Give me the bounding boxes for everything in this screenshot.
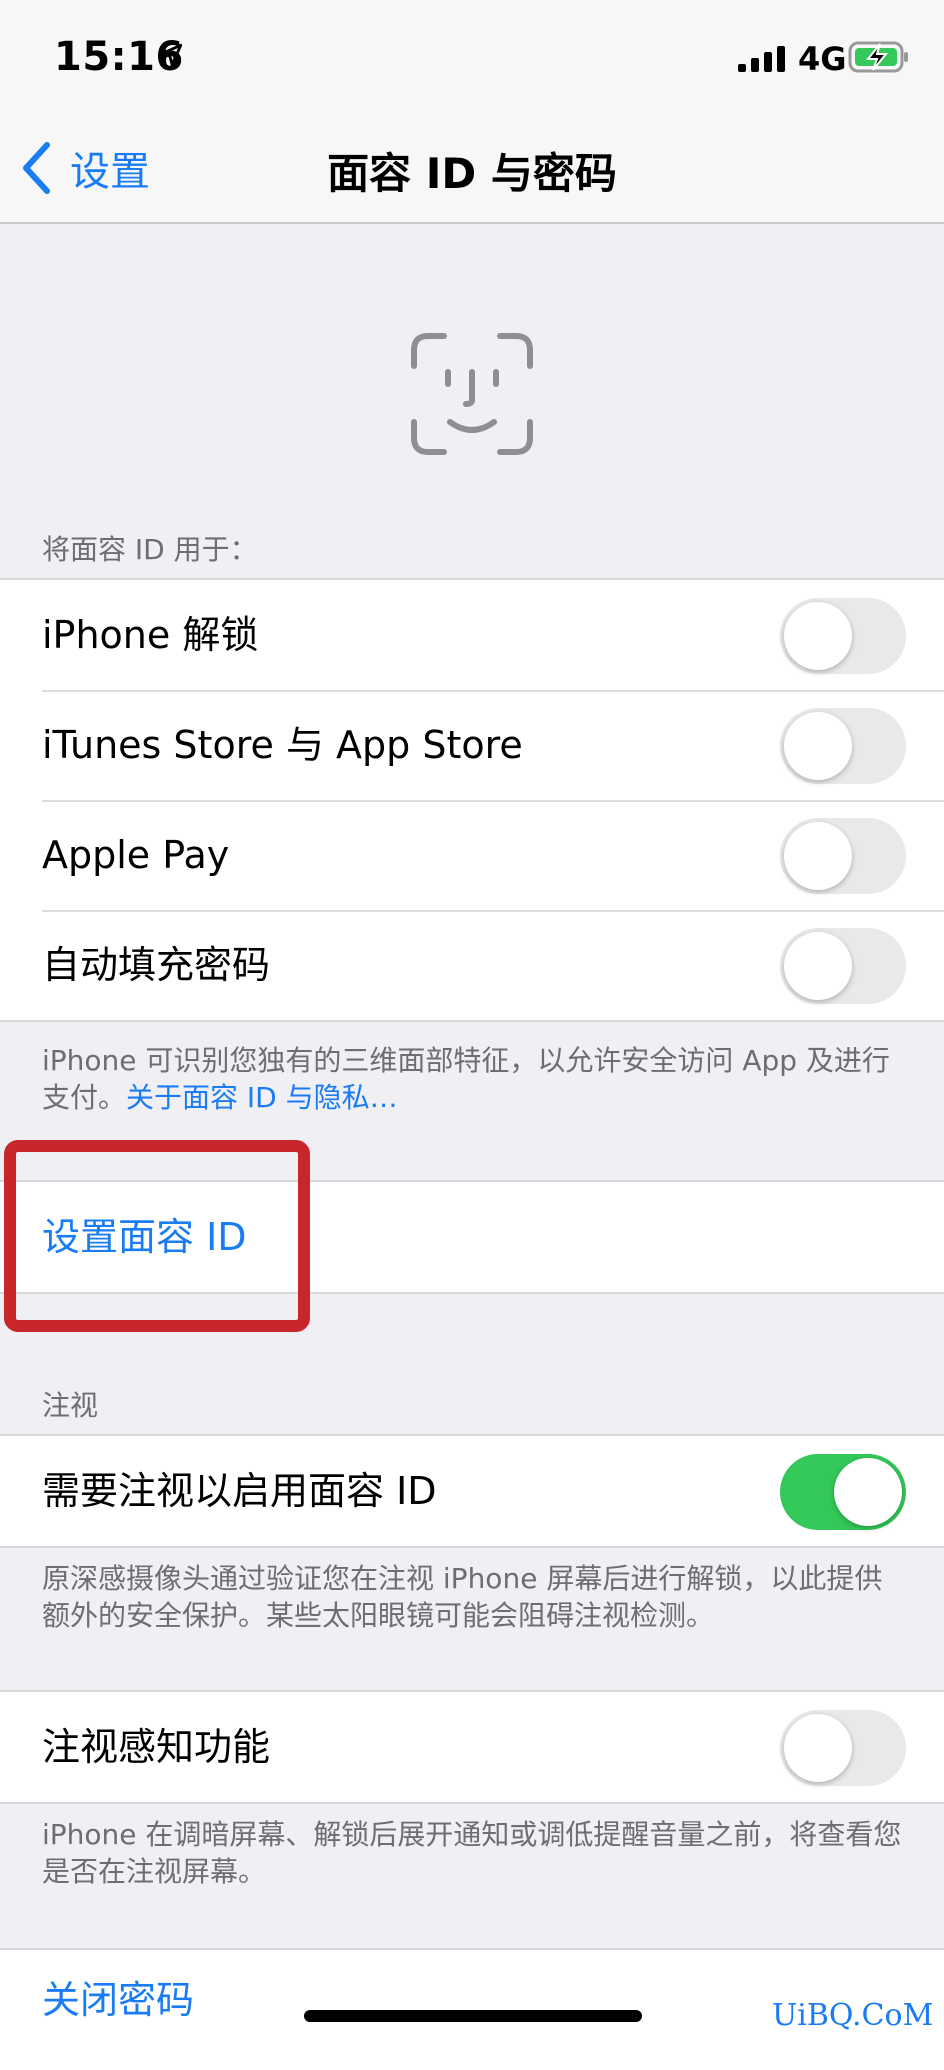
- cellular-signal-icon: [738, 46, 785, 72]
- row-label: 注视感知功能: [42, 1725, 271, 1769]
- require-attention-toggle[interactable]: [780, 1454, 906, 1530]
- red-annotation-box: [4, 1140, 310, 1332]
- attention-footer: 原深感摄像头通过验证您在注视 iPhone 屏幕后进行解锁，以此提供额外的安全保…: [42, 1562, 883, 1632]
- attention-aware-toggle[interactable]: [780, 1710, 906, 1786]
- row-label: iPhone 解锁: [42, 613, 259, 657]
- itunes-app-store-toggle[interactable]: [780, 708, 906, 784]
- list-item-apple-pay: Apple Pay: [0, 800, 944, 910]
- face-id-privacy-footer: iPhone 可识别您独有的三维面部特征，以允许安全访问 App 及进行支付。关…: [42, 1042, 902, 1116]
- status-bar: 15:16 4G: [0, 0, 944, 112]
- list-item-attention-aware: 注视感知功能: [0, 1692, 944, 1802]
- navigation-bar: 设置 面容 ID 与密码: [0, 112, 944, 224]
- list-item-iphone-unlock: iPhone 解锁: [0, 580, 944, 690]
- network-type: 4G: [798, 40, 847, 78]
- location-arrow-icon: [159, 43, 183, 67]
- turn-passcode-off-label: 关闭密码: [42, 1978, 195, 2022]
- toggle-knob: [784, 932, 852, 1000]
- face-id-icon: [411, 333, 533, 455]
- list-item-require-attention: 需要注视以启用面容 ID: [0, 1436, 944, 1546]
- list-item-autofill-passwords: 自动填充密码: [0, 910, 944, 1020]
- toggle-knob: [784, 712, 852, 780]
- toggle-knob: [784, 602, 852, 670]
- section-header-attention: 注视: [42, 1389, 99, 1422]
- row-label: 自动填充密码: [42, 943, 271, 987]
- row-label: Apple Pay: [42, 833, 230, 877]
- watermark: UiBQ.CoM: [772, 1998, 934, 2033]
- attention-group: 需要注视以启用面容 ID: [0, 1434, 944, 1548]
- section-header-use-face-id: 将面容 ID 用于：: [42, 533, 258, 566]
- list-item-itunes-app-store: iTunes Store 与 App Store: [0, 690, 944, 800]
- toggle-knob: [784, 1714, 852, 1782]
- iphone-unlock-toggle[interactable]: [780, 598, 906, 674]
- attention-aware-footer: iPhone 在调暗屏幕、解锁后展开通知或调低提醒音量之前，将查看您是否在注视屏…: [42, 1818, 902, 1888]
- autofill-passwords-toggle[interactable]: [780, 928, 906, 1004]
- row-label: iTunes Store 与 App Store: [42, 723, 523, 767]
- toggle-knob: [784, 822, 852, 890]
- face-id-privacy-link[interactable]: 关于面容 ID 与隐私…: [126, 1081, 398, 1114]
- toggle-knob: [834, 1458, 902, 1526]
- apple-pay-toggle[interactable]: [780, 818, 906, 894]
- row-label: 需要注视以启用面容 ID: [42, 1469, 437, 1513]
- home-indicator[interactable]: [304, 2010, 642, 2022]
- use-face-id-group: iPhone 解锁 iTunes Store 与 App Store Apple…: [0, 578, 944, 1022]
- attention-aware-group: 注视感知功能: [0, 1690, 944, 1804]
- page-title: 面容 ID 与密码: [327, 149, 617, 198]
- battery-charging-icon: [848, 41, 908, 73]
